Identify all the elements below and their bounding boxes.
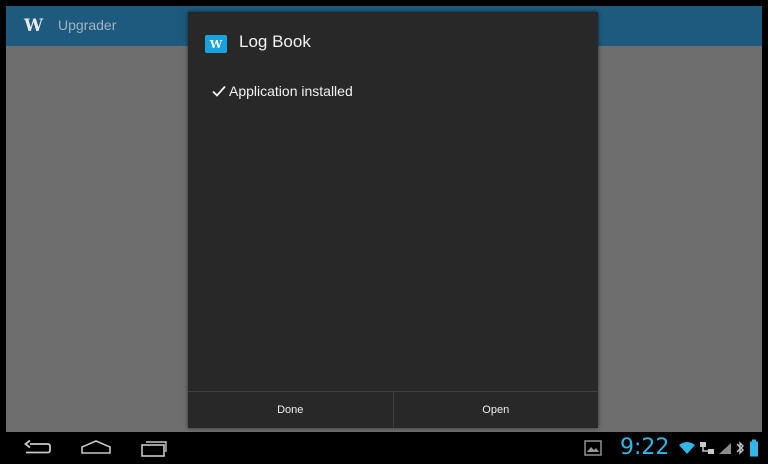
app-title: Upgrader: [58, 17, 117, 33]
battery-icon: [750, 439, 758, 457]
check-icon: [212, 85, 226, 97]
wifi-icon: [679, 442, 695, 454]
recent-apps-icon[interactable]: [140, 439, 168, 457]
app-icon-letter: W: [209, 37, 223, 51]
bluetooth-icon: [736, 441, 744, 455]
dialog-button-bar: Done Open: [188, 391, 598, 428]
open-button[interactable]: Open: [392, 392, 599, 428]
app-icon: W: [205, 35, 227, 53]
signal-icon: [719, 443, 731, 454]
install-status-text: Application installed: [229, 83, 353, 99]
install-dialog: W Log Book Application installed Done Op…: [188, 12, 598, 428]
gallery-notification-icon[interactable]: [584, 440, 602, 456]
dialog-title: Log Book: [239, 32, 311, 51]
back-icon[interactable]: [22, 439, 52, 457]
clock[interactable]: 9:22: [620, 435, 669, 460]
done-button[interactable]: Done: [188, 392, 393, 428]
network-icon: [700, 442, 714, 454]
app-logo[interactable]: W: [24, 16, 46, 36]
home-icon[interactable]: [80, 439, 112, 457]
install-status: Application installed: [212, 81, 353, 101]
system-bar: 9:22: [0, 432, 768, 464]
